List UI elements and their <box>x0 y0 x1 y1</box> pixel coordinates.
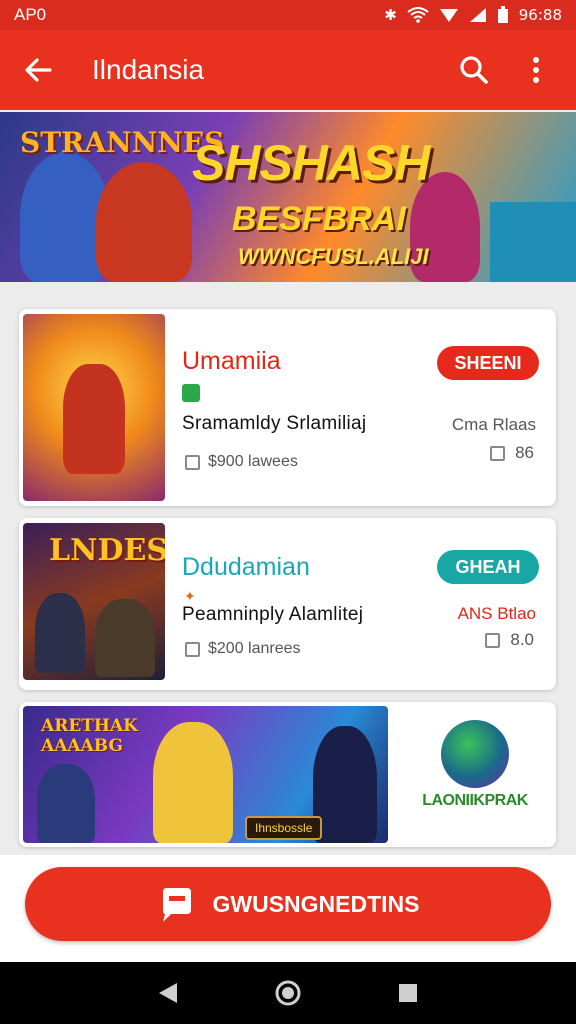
card-action-button[interactable]: GHEAH <box>437 550 539 584</box>
card-right-meta-text: 86 <box>515 443 534 462</box>
signal-icon <box>439 9 458 22</box>
verified-icon <box>182 384 200 402</box>
banner-character-center <box>96 162 192 282</box>
card-right-meta: 86 <box>490 443 534 463</box>
card-meta-text: $200 lanrees <box>208 640 301 657</box>
game-thumbnail: LNDES <box>23 523 165 680</box>
back-button[interactable] <box>18 50 58 90</box>
bluetooth-icon: ✱ <box>384 6 397 24</box>
card-right-label-text: Cma Rlaas <box>451 415 536 434</box>
primary-cta-button[interactable]: GWUSNGNEDTINS <box>25 867 551 941</box>
featured-character-left <box>37 764 95 843</box>
cta-label: GWUSNGNEDTINS <box>212 890 420 917</box>
status-icons: ✱ 96:88 <box>384 6 562 24</box>
thumbnail-logo: LNDES <box>49 533 165 568</box>
card-title: Umamiia <box>182 347 281 375</box>
overflow-menu-button[interactable] <box>514 48 558 92</box>
card-action-button[interactable]: SHEENI <box>437 346 539 380</box>
page-title: Ilndansia <box>92 54 205 85</box>
nav-recents-icon[interactable] <box>397 982 419 1004</box>
chat-icon <box>162 888 191 922</box>
featured-banner-badge: Ihnsbossle <box>245 816 323 840</box>
brand-name: LAONIIKPRAK <box>422 792 528 809</box>
status-bar: AP0 ✱ 96:88 <box>0 0 576 30</box>
battery-icon <box>497 6 508 23</box>
card-right-label-text: ANS Btlao <box>457 604 536 623</box>
game-card[interactable]: LNDES Ddudamian ✦ Peamninply Alamlitej $… <box>19 518 556 690</box>
cell-signal-icon <box>469 8 486 22</box>
game-thumbnail <box>23 314 165 501</box>
more-vert-icon <box>533 57 539 83</box>
wifi-icon <box>407 7 429 23</box>
featured-character-center <box>153 722 233 843</box>
banner-subline: BESFBRAI <box>232 200 406 238</box>
arrow-back-icon <box>25 58 52 82</box>
brand-emblem-icon <box>441 720 509 788</box>
count-icon <box>490 445 506 461</box>
banner-water <box>490 202 576 282</box>
featured-brand-logo: LAONIIKPRAK <box>411 718 539 830</box>
nav-home-icon[interactable] <box>274 979 302 1007</box>
card-right-label: Cma Rlaas <box>452 415 536 435</box>
card-right-meta: 8.0 <box>485 630 534 650</box>
thumbnail-character <box>63 364 125 474</box>
search-icon <box>460 56 488 84</box>
banner-tagline: WWNCFUSL.ALIJI <box>238 244 429 269</box>
promo-banner[interactable]: STRANNNES SHSHASH BESFBRAI WWNCFUSL.ALIJ… <box>0 112 576 282</box>
price-icon <box>185 454 200 470</box>
game-card[interactable]: Umamiia Sramamldy Srlamiliaj $900 lawees… <box>19 309 556 506</box>
banner-headline: SHSHASH <box>192 135 430 191</box>
featured-banner: ARETHAK AAAABG Ihnsbossle <box>23 706 388 843</box>
nav-back-icon[interactable] <box>157 981 179 1005</box>
carrier-label: AP0 <box>14 5 47 24</box>
featured-character-right <box>313 726 377 843</box>
card-title: Ddudamian <box>182 553 310 581</box>
search-button[interactable] <box>452 48 496 92</box>
featured-banner-title: ARETHAK AAAABG <box>41 716 138 756</box>
price-icon <box>185 641 200 657</box>
card-right-label: ANS Btlao <box>458 604 536 624</box>
card-subtitle: Peamninply Alamlitej <box>182 604 364 625</box>
app-bar: Ilndansia <box>0 30 576 110</box>
card-meta: $200 lanrees <box>185 640 301 658</box>
featured-game-card[interactable]: ARETHAK AAAABG Ihnsbossle LAONIIKPRAK <box>19 702 556 847</box>
count-icon <box>485 632 501 648</box>
card-subtitle: Sramamldy Srlamiliaj <box>182 413 367 434</box>
clock: 96:88 <box>518 6 562 24</box>
card-meta: $900 lawees <box>185 453 298 471</box>
card-meta-text: $900 lawees <box>208 453 298 470</box>
card-indicator-icon: ✦ <box>184 588 196 604</box>
thumbnail-character <box>35 593 85 673</box>
bottom-cta-area: GWUSNGNEDTINS <box>0 855 576 962</box>
card-right-meta-text: 8.0 <box>510 630 534 649</box>
system-nav-bar <box>0 962 576 1024</box>
thumbnail-character <box>95 599 155 677</box>
